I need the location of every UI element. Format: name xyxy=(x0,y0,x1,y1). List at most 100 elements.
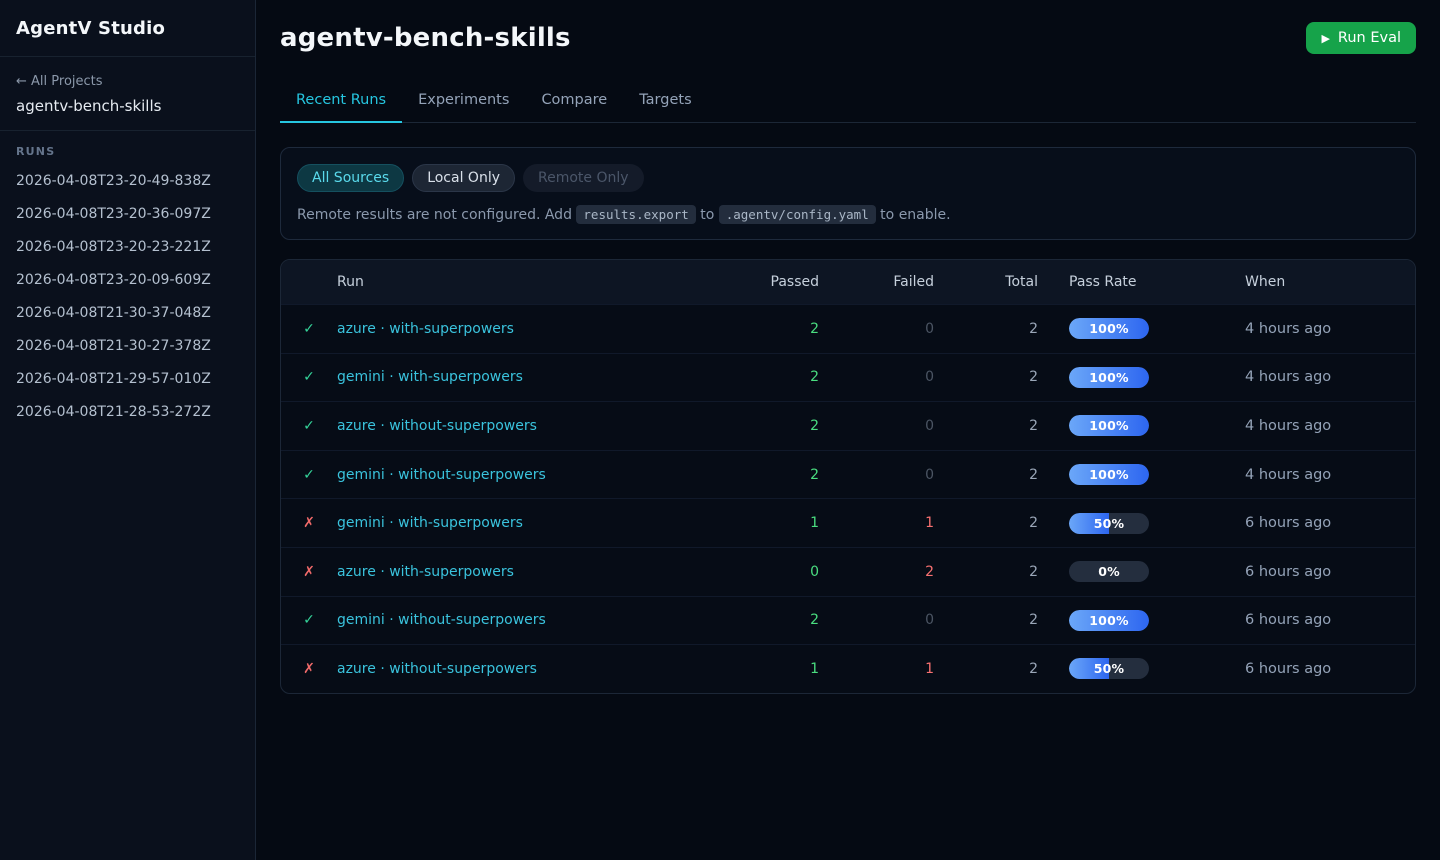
total-cell: 2 xyxy=(934,564,1038,580)
pass-rate-cell: 100% xyxy=(1038,367,1214,388)
failed-cell: 2 xyxy=(819,564,934,580)
run-link[interactable]: azure · with-superpowers xyxy=(337,321,514,337)
column-header-run: Run xyxy=(337,274,729,290)
passed-cell: 2 xyxy=(729,612,819,628)
when-cell: 4 hours ago xyxy=(1214,321,1415,337)
failed-cell: 1 xyxy=(819,661,934,677)
table-row[interactable]: ✓azure · without-superpowers202100%4 hou… xyxy=(281,401,1415,450)
run-link[interactable]: azure · without-superpowers xyxy=(337,661,537,677)
app-title: AgentV Studio xyxy=(16,18,239,39)
total-cell: 2 xyxy=(934,467,1038,483)
failed-cell: 1 xyxy=(819,515,934,531)
sidebar-run-item[interactable]: 2026-04-08T21-28-53-272Z xyxy=(16,395,239,428)
sidebar-run-item[interactable]: 2026-04-08T23-20-09-609Z xyxy=(16,263,239,296)
table-row[interactable]: ✓gemini · without-superpowers202100%4 ho… xyxy=(281,450,1415,499)
pass-rate-label: 100% xyxy=(1069,318,1149,339)
table-row[interactable]: ✗azure · with-superpowers0220%6 hours ag… xyxy=(281,547,1415,596)
sidebar-run-item[interactable]: 2026-04-08T21-29-57-010Z xyxy=(16,362,239,395)
check-icon: ✓ xyxy=(281,369,337,385)
total-cell: 2 xyxy=(934,369,1038,385)
column-header-total: Total xyxy=(934,274,1038,290)
table-row[interactable]: ✓azure · with-superpowers 202 100% 4 hours … xyxy=(281,304,1415,353)
run-cell: gemini · with-superpowers xyxy=(337,369,729,385)
sidebar-header: AgentV Studio xyxy=(0,0,255,57)
pass-rate-cell: 0% xyxy=(1038,561,1214,582)
run-link[interactable]: gemini · without-superpowers xyxy=(337,467,546,483)
project-block: ← All Projects agentv-bench-skills xyxy=(0,57,255,131)
tab-experiments[interactable]: Experiments xyxy=(402,82,525,123)
column-header-when: When xyxy=(1214,274,1415,290)
check-icon: ✓ xyxy=(281,321,337,337)
page-title: agentv-bench-skills xyxy=(280,23,571,53)
sidebar-run-item[interactable]: 2026-04-08T21-30-37-048Z xyxy=(16,296,239,329)
pass-rate-pill: 50% xyxy=(1069,513,1149,534)
when-cell: 6 hours ago xyxy=(1214,661,1415,677)
pass-rate-pill: 100% xyxy=(1069,610,1149,631)
sidebar-run-item[interactable]: 2026-04-08T23-20-23-221Z xyxy=(16,230,239,263)
chip-remote-only[interactable]: Remote Only xyxy=(523,164,644,192)
table-body: ✓azure · with-superpowers202100%4 hours … xyxy=(281,304,1415,693)
sidebar-run-item[interactable]: 2026-04-08T21-30-27-378Z xyxy=(16,329,239,362)
pass-rate-label: 50% xyxy=(1069,513,1149,534)
back-to-all-projects-link[interactable]: ← All Projects xyxy=(16,74,103,89)
failed-cell: 0 xyxy=(819,612,934,628)
pass-rate-cell: 100% xyxy=(1038,464,1214,485)
table-row[interactable]: ✓gemini · with-superpowers202100%4 hours… xyxy=(281,353,1415,402)
sidebar-run-item[interactable]: 2026-04-08T23-20-49-838Z xyxy=(16,164,239,197)
failed-cell: 0 xyxy=(819,418,934,434)
pass-rate-cell: 100% xyxy=(1038,610,1214,631)
chip-all-sources[interactable]: All Sources xyxy=(297,164,404,192)
runs-section: RUNS 2026-04-08T23-20-49-838Z2026-04-08T… xyxy=(0,131,255,442)
run-cell: gemini · with-superpowers xyxy=(337,515,729,531)
chip-local-only[interactable]: Local Only xyxy=(412,164,515,192)
pass-rate-cell: 100% xyxy=(1038,318,1214,339)
pass-rate-label: 50% xyxy=(1069,658,1149,679)
table-row[interactable]: ✗gemini · with-superpowers11250%6 hours … xyxy=(281,498,1415,547)
passed-cell: 2 xyxy=(729,369,819,385)
when-cell: 6 hours ago xyxy=(1214,564,1415,580)
pass-rate-label: 0% xyxy=(1069,561,1149,582)
run-cell: azure · without-superpowers xyxy=(337,661,729,677)
pass-rate-pill: 100% xyxy=(1069,318,1149,339)
when-cell: 6 hours ago xyxy=(1214,515,1415,531)
run-link[interactable]: azure · without-superpowers xyxy=(337,418,537,434)
inline-code: results.export xyxy=(576,205,695,224)
tab-bar: Recent RunsExperimentsCompareTargets xyxy=(280,82,1416,123)
total-cell: 2 xyxy=(934,321,1038,337)
runs-list: 2026-04-08T23-20-49-838Z2026-04-08T23-20… xyxy=(16,164,239,428)
column-header-pass-rate: Pass Rate xyxy=(1038,274,1214,290)
run-link[interactable]: gemini · with-superpowers xyxy=(337,369,523,385)
run-link[interactable]: gemini · without-superpowers xyxy=(337,612,546,628)
tab-recent-runs[interactable]: Recent Runs xyxy=(280,82,402,123)
pass-rate-pill: 100% xyxy=(1069,367,1149,388)
table-row[interactable]: ✗azure · without-superpowers11250%6 hour… xyxy=(281,644,1415,693)
tab-compare[interactable]: Compare xyxy=(525,82,623,123)
total-cell: 2 xyxy=(934,661,1038,677)
tab-targets[interactable]: Targets xyxy=(623,82,707,123)
pass-rate-pill: 50% xyxy=(1069,658,1149,679)
pass-rate-label: 100% xyxy=(1069,367,1149,388)
sidebar-run-item[interactable]: 2026-04-08T23-20-36-097Z xyxy=(16,197,239,230)
column-header-failed: Failed xyxy=(819,274,934,290)
run-cell: gemini · without-superpowers xyxy=(337,612,729,628)
table-header-row: Run Passed Failed Total Pass Rate When xyxy=(281,260,1415,304)
pass-rate-label: 100% xyxy=(1069,464,1149,485)
source-filter-card: All Sources Local Only Remote Only Remote … xyxy=(280,147,1416,240)
recent-runs-table: Run Passed Failed Total Pass Rate When ✓… xyxy=(280,259,1416,694)
when-cell: 4 hours ago xyxy=(1214,467,1415,483)
passed-cell: 2 xyxy=(729,321,819,337)
passed-cell: 2 xyxy=(729,418,819,434)
total-cell: 2 xyxy=(934,515,1038,531)
run-eval-button[interactable]: ▶ Run Eval xyxy=(1306,22,1416,54)
check-icon: ✓ xyxy=(281,467,337,483)
source-filter-chips: All Sources Local Only Remote Only xyxy=(297,164,1399,192)
table-row[interactable]: ✓gemini · without-superpowers202100%6 ho… xyxy=(281,596,1415,645)
passed-cell: 1 xyxy=(729,515,819,531)
sidebar: AgentV Studio ← All Projects agentv-benc… xyxy=(0,0,256,860)
run-link[interactable]: gemini · with-superpowers xyxy=(337,515,523,531)
failed-cell: 0 xyxy=(819,321,934,337)
pass-rate-label: 100% xyxy=(1069,415,1149,436)
run-link[interactable]: azure · with-superpowers xyxy=(337,564,514,580)
pass-rate-cell: 50% xyxy=(1038,513,1214,534)
run-eval-label: Run Eval xyxy=(1338,30,1401,46)
